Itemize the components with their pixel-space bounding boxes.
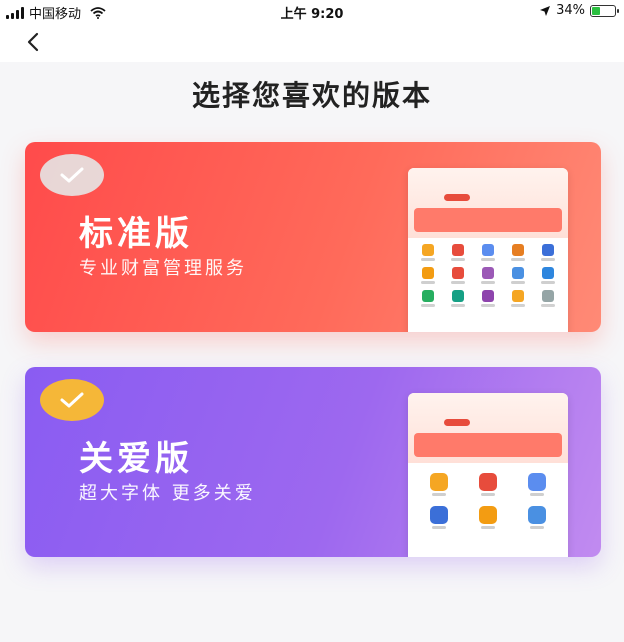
version-subtitle: 超大字体 更多关爱 [79, 483, 256, 504]
chevron-left-icon [27, 32, 39, 52]
preview-icon-grid [408, 238, 568, 313]
check-icon [60, 167, 84, 183]
location-arrow-icon [540, 5, 551, 16]
version-card-standard[interactable]: 标准版 专业财富管理服务 [25, 142, 601, 332]
status-bar: 中国移动 上午 9:20 34% [0, 0, 624, 22]
check-icon [60, 392, 84, 408]
battery-percent: 34% [556, 3, 585, 18]
version-subtitle: 专业财富管理服务 [79, 258, 247, 279]
preview-header [408, 393, 568, 463]
version-card-care[interactable]: 关爱版 超大字体 更多关爱 [25, 367, 601, 557]
select-check-care[interactable] [40, 379, 104, 421]
app-preview-standard [408, 168, 568, 332]
status-time: 上午 9:20 [280, 7, 344, 22]
app-preview-care [408, 393, 568, 557]
version-title: 关爱版 [79, 439, 193, 479]
navigation-bar [0, 22, 624, 62]
preview-header [408, 168, 568, 238]
battery-icon [590, 4, 619, 17]
select-check-standard[interactable] [40, 154, 104, 196]
back-button[interactable] [16, 26, 50, 58]
page-title: 选择您喜欢的版本 [191, 79, 432, 112]
version-title: 标准版 [79, 214, 193, 254]
status-right: 34% [539, 3, 619, 18]
